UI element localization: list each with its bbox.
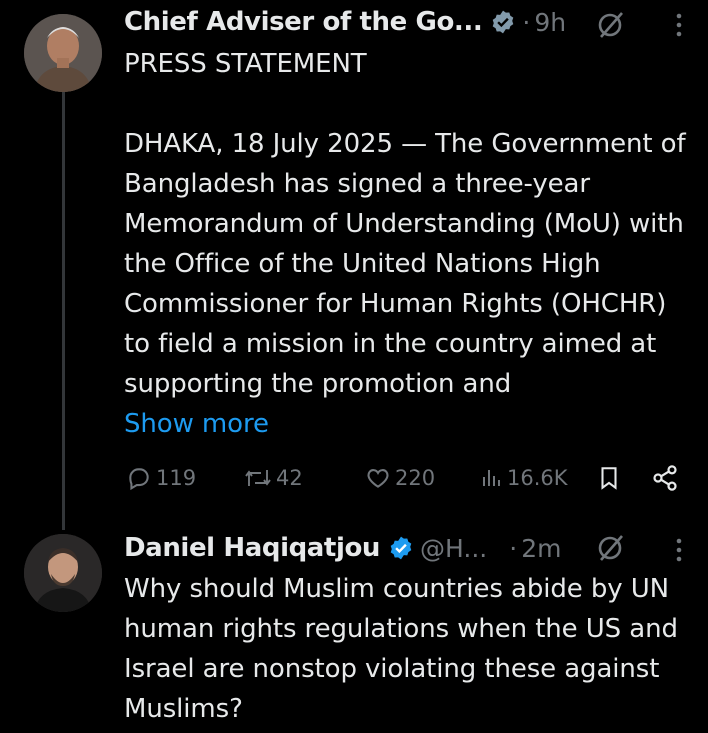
tweet-header: Chief Adviser of the Go... · 9h xyxy=(124,2,566,42)
like-icon xyxy=(364,465,392,491)
avatar[interactable] xyxy=(24,14,102,92)
grok-icon[interactable] xyxy=(596,533,626,563)
separator: · xyxy=(522,7,531,37)
author-name[interactable]: Daniel Haqiqatjou xyxy=(124,533,380,563)
avatar[interactable] xyxy=(24,534,102,612)
like-button[interactable]: 220 xyxy=(364,458,435,498)
views-icon xyxy=(480,465,504,491)
more-icon[interactable] xyxy=(674,537,684,563)
views-button[interactable]: 16.6K xyxy=(480,458,568,498)
tweet-text: Why should Muslim countries abide by UN … xyxy=(124,574,678,724)
author-name[interactable]: Chief Adviser of the Go... xyxy=(124,7,483,37)
author-handle[interactable]: @H... xyxy=(420,534,487,563)
verified-blue-badge-icon xyxy=(388,535,414,561)
reply-icon xyxy=(126,465,152,491)
bookmark-button[interactable] xyxy=(596,458,622,498)
more-icon[interactable] xyxy=(674,12,684,38)
tweet-text: PRESS STATEMENT DHAKA, 18 July 2025 — Th… xyxy=(124,44,699,444)
share-icon xyxy=(651,464,679,492)
like-count: 220 xyxy=(395,466,436,490)
bookmark-icon xyxy=(596,464,622,492)
repost-icon xyxy=(242,465,274,491)
action-bar: 119 42 220 16.6K xyxy=(124,458,684,498)
timestamp[interactable]: 9h xyxy=(534,8,566,37)
tweet-header: Daniel Haqiqatjou @H... · 2m xyxy=(124,528,561,568)
views-count: 16.6K xyxy=(507,466,568,490)
verified-gray-badge-icon xyxy=(490,9,516,35)
reply-count: 119 xyxy=(156,466,197,490)
repost-count: 42 xyxy=(276,466,303,490)
separator: · xyxy=(509,533,518,563)
grok-icon[interactable] xyxy=(596,10,626,40)
share-button[interactable] xyxy=(651,458,679,498)
repost-button[interactable]: 42 xyxy=(242,458,303,498)
tweet-paragraph: PRESS STATEMENT xyxy=(124,49,367,79)
tweet-paragraph: DHAKA, 18 July 2025 — The Government of … xyxy=(124,129,686,399)
thread-line xyxy=(62,92,65,530)
show-more-link[interactable]: Show more xyxy=(124,404,699,444)
reply-button[interactable]: 119 xyxy=(126,458,196,498)
timestamp[interactable]: 2m xyxy=(521,534,561,563)
